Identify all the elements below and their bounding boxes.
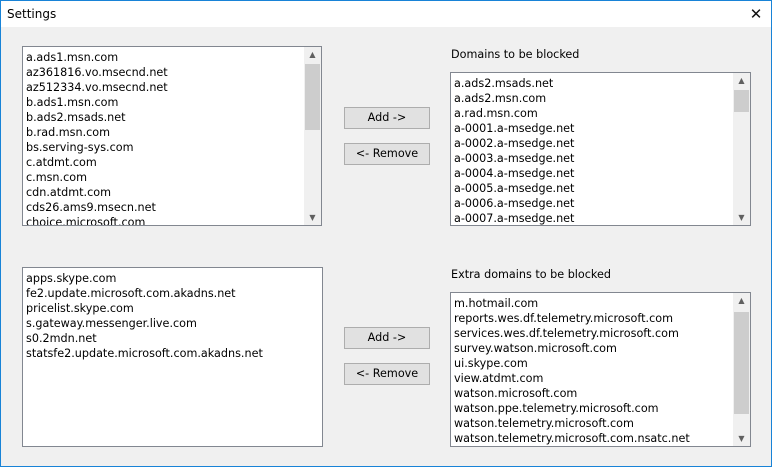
blocked-domains-items: a.ads2.msads.net a.ads2.msn.com a.rad.msn.… xyxy=(454,76,732,225)
list-item[interactable]: c.msn.com xyxy=(26,170,303,185)
scroll-up-icon[interactable]: ▲ xyxy=(733,73,750,88)
list-item[interactable]: ui.skype.com xyxy=(454,356,732,371)
list-item[interactable]: choice.microsoft.com xyxy=(26,215,303,225)
add-extra-button[interactable]: Add -> xyxy=(344,327,430,349)
list-item[interactable]: az512334.vo.msecnd.net xyxy=(26,80,303,95)
list-item[interactable]: b.rad.msn.com xyxy=(26,125,303,140)
list-item[interactable]: watson.telemetry.microsoft.com xyxy=(454,416,732,431)
scroll-down-icon[interactable]: ▼ xyxy=(733,210,750,225)
list-item[interactable]: a.ads2.msads.net xyxy=(454,76,732,91)
list-item[interactable]: a.ads2.msn.com xyxy=(454,91,732,106)
list-item[interactable]: a.ads1.msn.com xyxy=(26,50,303,65)
settings-window: Settings ✕ a.ads1.msn.com az361816.vo.mse… xyxy=(0,0,772,467)
list-item[interactable]: a-0006.a-msedge.net xyxy=(454,196,732,211)
list-item[interactable]: c.atdmt.com xyxy=(26,155,303,170)
scroll-up-icon[interactable]: ▲ xyxy=(733,293,750,308)
list-item[interactable]: az361816.vo.msecnd.net xyxy=(26,65,303,80)
close-icon[interactable]: ✕ xyxy=(741,1,771,27)
client-area: a.ads1.msn.com az361816.vo.msecnd.net az51… xyxy=(1,27,771,466)
scroll-down-icon[interactable]: ▼ xyxy=(304,210,321,225)
list-item[interactable]: watson.telemetry.microsoft.com.nsatc.net xyxy=(454,431,732,446)
list-item[interactable]: b.ads2.msads.net xyxy=(26,110,303,125)
list-item[interactable]: survey.watson.microsoft.com xyxy=(454,341,732,356)
list-item[interactable]: watson.microsoft.com xyxy=(454,386,732,401)
list-item[interactable]: a.rad.msn.com xyxy=(454,106,732,121)
list-item[interactable]: a-0007.a-msedge.net xyxy=(454,211,732,225)
blocked-domains-list[interactable]: a.ads2.msads.net a.ads2.msn.com a.rad.msn.… xyxy=(450,72,751,226)
available-extra-domains-list[interactable]: apps.skype.com fe2.update.microsoft.com.a… xyxy=(22,267,323,447)
extra-blocked-domains-label: Extra domains to be blocked xyxy=(451,268,611,281)
list-item[interactable]: statsfe2.update.microsoft.com.akadns.net xyxy=(26,346,319,361)
list-item[interactable]: a-0003.a-msedge.net xyxy=(454,151,732,166)
list-item[interactable]: reports.wes.df.telemetry.microsoft.com xyxy=(454,311,732,326)
scroll-up-icon[interactable]: ▲ xyxy=(304,47,321,62)
list-item[interactable]: watson.ppe.telemetry.microsoft.com xyxy=(454,401,732,416)
list-item[interactable]: s.gateway.messenger.live.com xyxy=(26,316,319,331)
list-item[interactable]: a-0005.a-msedge.net xyxy=(454,181,732,196)
list-item[interactable]: bs.serving-sys.com xyxy=(26,140,303,155)
list-item[interactable]: a-0001.a-msedge.net xyxy=(454,121,732,136)
scroll-down-icon[interactable]: ▼ xyxy=(733,431,750,446)
list-item[interactable]: cds26.ams9.msecn.net xyxy=(26,200,303,215)
list-item[interactable]: a-0002.a-msedge.net xyxy=(454,136,732,151)
scroll-thumb[interactable] xyxy=(734,90,749,112)
extra-blocked-domains-scrollbar[interactable]: ▲ ▼ xyxy=(733,293,750,446)
extra-blocked-domains-list[interactable]: m.hotmail.com reports.wes.df.telemetry.mi… xyxy=(450,292,751,447)
window-title: Settings xyxy=(7,7,57,21)
list-item[interactable]: b.ads1.msn.com xyxy=(26,95,303,110)
remove-button[interactable]: <- Remove xyxy=(344,143,430,165)
list-item[interactable]: apps.skype.com xyxy=(26,271,319,286)
available-domains-scrollbar[interactable]: ▲ ▼ xyxy=(304,47,321,225)
list-item[interactable]: s0.2mdn.net xyxy=(26,331,319,346)
list-item[interactable]: fe2.update.microsoft.com.akadns.net xyxy=(26,286,319,301)
available-domains-items: a.ads1.msn.com az361816.vo.msecnd.net az51… xyxy=(26,50,303,225)
list-item[interactable]: m.hotmail.com xyxy=(454,296,732,311)
blocked-domains-label: Domains to be blocked xyxy=(451,48,580,61)
extra-blocked-domains-items: m.hotmail.com reports.wes.df.telemetry.mi… xyxy=(454,296,732,446)
list-item[interactable]: cdn.atdmt.com xyxy=(26,185,303,200)
list-item[interactable]: a-0004.a-msedge.net xyxy=(454,166,732,181)
blocked-domains-scrollbar[interactable]: ▲ ▼ xyxy=(733,73,750,225)
scroll-thumb[interactable] xyxy=(734,312,749,414)
add-button[interactable]: Add -> xyxy=(344,107,430,129)
title-bar[interactable]: Settings ✕ xyxy=(1,1,771,27)
available-extra-domains-items: apps.skype.com fe2.update.microsoft.com.a… xyxy=(26,271,319,361)
scroll-thumb[interactable] xyxy=(305,64,320,130)
available-domains-list[interactable]: a.ads1.msn.com az361816.vo.msecnd.net az51… xyxy=(22,46,322,226)
list-item[interactable]: pricelist.skype.com xyxy=(26,301,319,316)
list-item[interactable]: services.wes.df.telemetry.microsoft.com xyxy=(454,326,732,341)
list-item[interactable]: view.atdmt.com xyxy=(454,371,732,386)
remove-extra-button[interactable]: <- Remove xyxy=(344,363,430,385)
